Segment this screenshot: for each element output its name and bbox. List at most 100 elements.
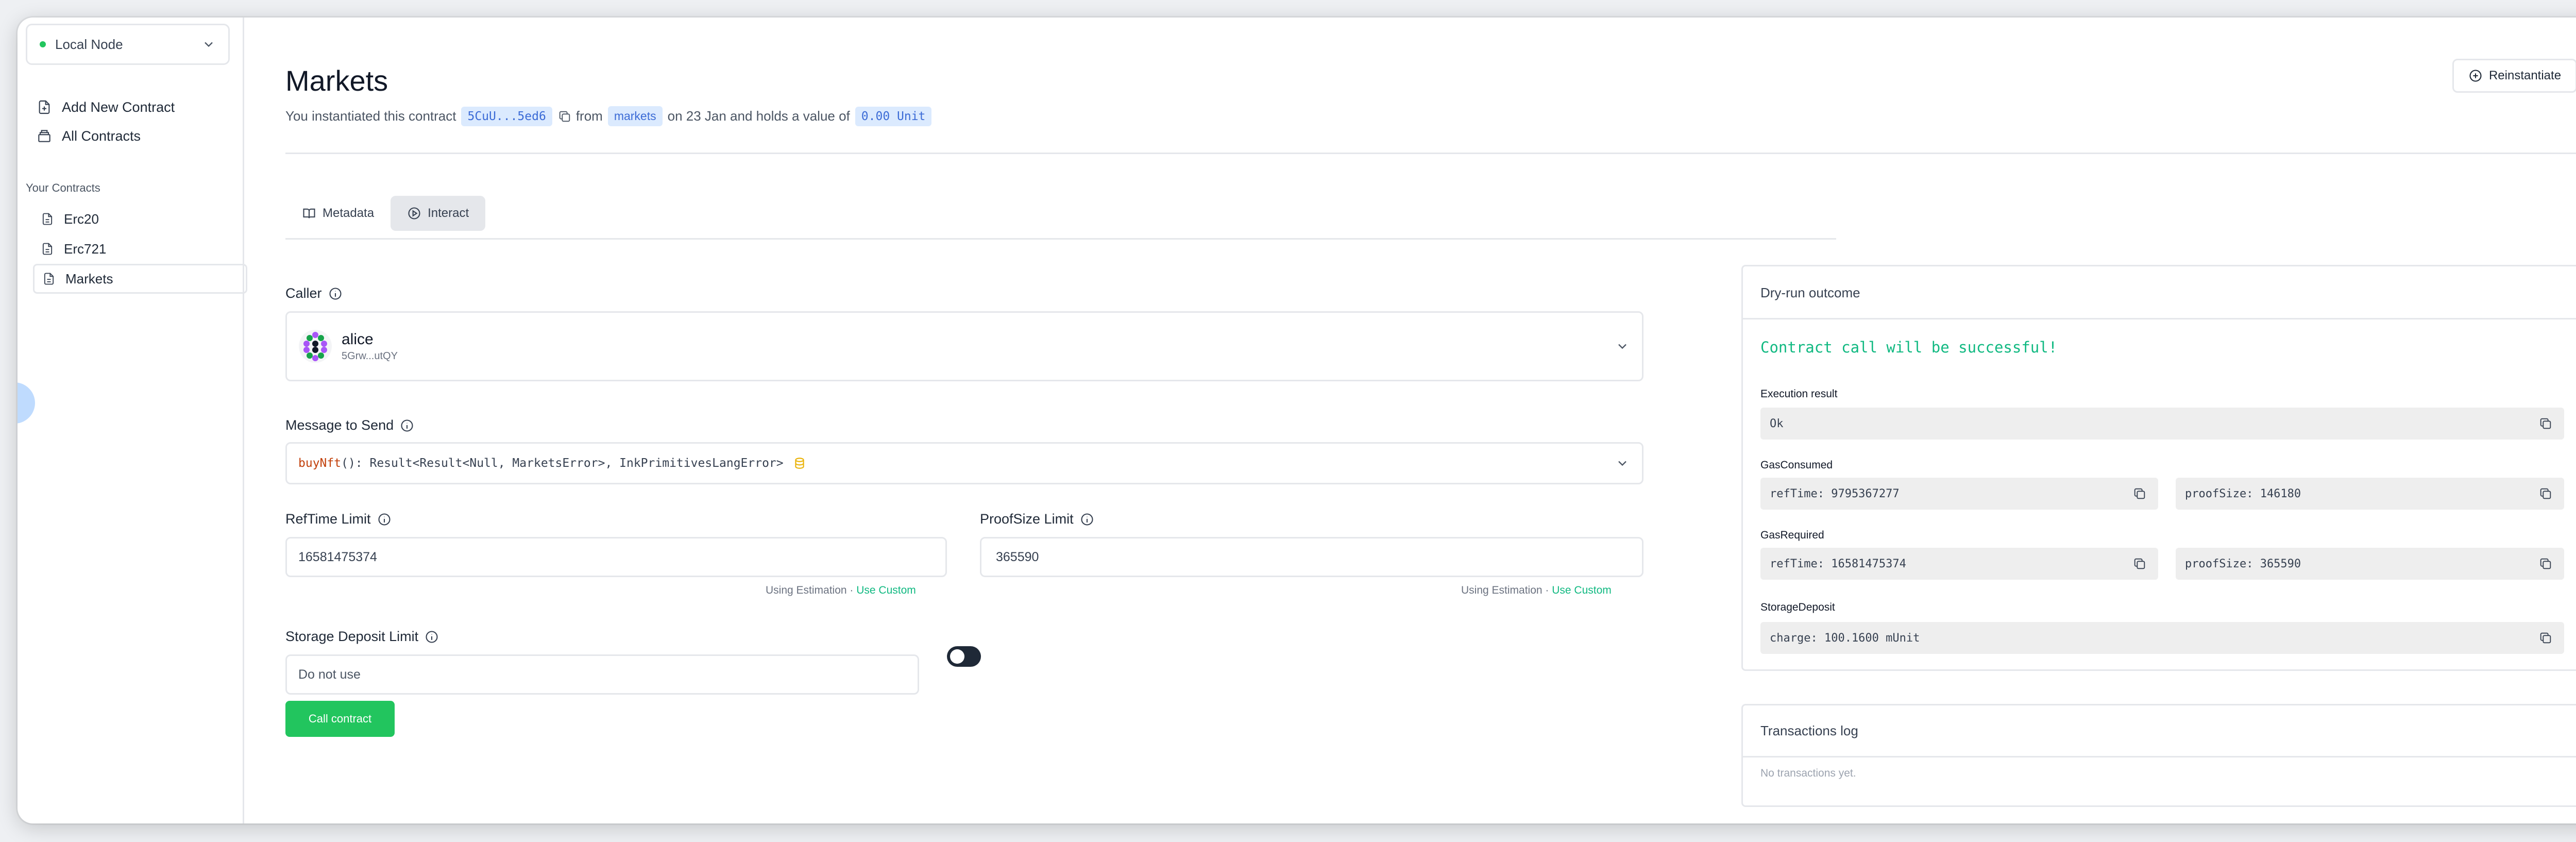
transactions-log-panel: Transactions log No transactions yet.: [1741, 704, 2576, 807]
chevron-down-icon: [205, 42, 213, 47]
app-window: Local Node Add New Contract All Contract…: [18, 18, 2576, 823]
box-stack-icon: [38, 130, 50, 142]
document-icon: [42, 213, 53, 225]
gas-consumed-proofsize-box: proofSize: 146180: [2176, 478, 2564, 510]
document-icon: [42, 243, 53, 255]
sidebar-item-erc721[interactable]: Erc721: [33, 234, 247, 264]
copy-icon[interactable]: [557, 109, 572, 124]
copy-icon[interactable]: [2132, 557, 2147, 571]
tabs-divider: [285, 238, 1836, 240]
using-estimation-text: Using Estimation: [1461, 584, 1543, 596]
execution-result-box: Ok: [1760, 408, 2564, 440]
play-circle-icon: [408, 207, 420, 220]
reinstantiate-button[interactable]: Reinstantiate: [2452, 59, 2576, 93]
info-from: from: [575, 108, 603, 124]
using-estimation-text: Using Estimation: [766, 584, 847, 596]
message-function-name: buyNft: [298, 457, 342, 470]
node-selector-label: Local Node: [55, 36, 123, 52]
document-icon: [44, 273, 54, 285]
copy-icon[interactable]: [2132, 486, 2147, 501]
add-new-contract-link[interactable]: Add New Contract: [36, 99, 175, 115]
info-icon[interactable]: [1080, 512, 1094, 527]
tab-bar: Metadata Interact: [285, 196, 486, 231]
info-icon[interactable]: [377, 512, 392, 527]
proofsize-label: ProofSize Limit: [980, 511, 1094, 527]
dry-run-panel: Dry-run outcome Contract call will be su…: [1741, 265, 2576, 671]
contract-value-badge: 0.00 Unit: [855, 106, 932, 126]
dry-run-title: Dry-run outcome: [1760, 285, 1860, 300]
message-label: Message to Send: [285, 417, 414, 433]
storage-deposit-result-label: StorageDeposit: [1760, 601, 1835, 613]
add-new-contract-label: Add New Contract: [62, 99, 175, 115]
storage-deposit-placeholder: Do not use: [298, 667, 361, 682]
storage-deposit-label-text: Storage Deposit Limit: [285, 629, 419, 644]
node-selector[interactable]: Local Node: [26, 24, 230, 65]
tab-interact[interactable]: Interact: [391, 196, 486, 231]
proofsize-estimation: Using Estimation · Use Custom: [1461, 584, 1612, 597]
tab-label: Interact: [428, 206, 469, 220]
sidebar-item-markets[interactable]: Markets: [33, 264, 247, 294]
message-select[interactable]: buyNft (): Result<Result<Null, MarketsErr…: [285, 442, 1643, 484]
success-message: Contract call will be successful!: [1760, 339, 2058, 356]
info-prefix: You instantiated this contract: [285, 108, 456, 124]
all-contracts-link[interactable]: All Contracts: [36, 128, 141, 144]
storage-deposit-input[interactable]: Do not use: [285, 654, 919, 695]
copy-icon[interactable]: [2538, 486, 2553, 501]
reftime-value: 16581475374: [298, 549, 377, 564]
page-title: Markets: [285, 64, 388, 97]
node-status-dot: [40, 41, 46, 47]
use-custom-link[interactable]: Use Custom: [856, 584, 916, 596]
caller-name: alice: [342, 330, 374, 348]
caller-select[interactable]: alice 5Grw...utQY: [285, 311, 1643, 381]
reinstantiate-label: Reinstantiate: [2488, 69, 2562, 82]
sidebar-toggle-handle[interactable]: [18, 382, 35, 424]
info-icon[interactable]: [400, 418, 414, 433]
proofsize-input[interactable]: 365590: [980, 537, 1643, 577]
panel-divider: [1743, 756, 2576, 757]
all-contracts-label: All Contracts: [62, 128, 141, 144]
storage-deposit-label: Storage Deposit Limit: [285, 629, 439, 645]
sidebar-item-label: Markets: [65, 271, 113, 287]
code-name-badge: markets: [607, 106, 663, 126]
database-icon: [794, 458, 804, 469]
message-signature: (): Result<Result<Null, MarketsError>, I…: [341, 457, 784, 470]
sidebar-item-erc20[interactable]: Erc20: [33, 204, 247, 234]
caller-label-text: Caller: [285, 285, 322, 301]
message-label-text: Message to Send: [285, 417, 394, 433]
transactions-log-title: Transactions log: [1760, 723, 1858, 738]
identicon-avatar: [299, 330, 332, 363]
book-icon: [303, 208, 315, 218]
tab-metadata[interactable]: Metadata: [285, 196, 391, 231]
copy-icon[interactable]: [2538, 416, 2553, 431]
info-icon[interactable]: [425, 630, 439, 644]
contract-address-badge: 5CuU...5ed6: [461, 106, 552, 126]
separator: ·: [850, 584, 854, 596]
copy-icon[interactable]: [2538, 631, 2553, 645]
gas-required-reftime-box: refTime: 16581475374: [1760, 548, 2158, 580]
execution-result-label: Execution result: [1760, 388, 1838, 400]
caller-info: alice 5Grw...utQY: [342, 331, 398, 362]
your-contracts-heading: Your Contracts: [26, 181, 100, 194]
sidebar: Local Node Add New Contract All Contract…: [18, 18, 247, 823]
chevron-down-icon: [1618, 344, 1626, 349]
reftime-label-text: RefTime Limit: [285, 511, 371, 527]
header-divider: [285, 153, 2576, 154]
caller-label: Caller: [285, 285, 343, 301]
contract-info: You instantiated this contract 5CuU...5e…: [285, 106, 937, 126]
info-icon[interactable]: [328, 287, 343, 301]
gas-consumed-label: GasConsumed: [1760, 459, 1833, 471]
copy-icon[interactable]: [2538, 557, 2553, 571]
caller-address: 5Grw...utQY: [342, 350, 398, 362]
no-transactions-text: No transactions yet.: [1760, 767, 1856, 779]
storage-deposit-result-box: charge: 100.1600 mUnit: [1760, 622, 2564, 654]
sidebar-item-label: Erc20: [64, 211, 99, 227]
storage-deposit-toggle[interactable]: [947, 646, 981, 667]
storage-deposit-result-value: charge: 100.1600 mUnit: [1770, 631, 1920, 645]
gas-consumed-proofsize: proofSize: 146180: [2185, 487, 2301, 500]
proofsize-label-text: ProofSize Limit: [980, 511, 1074, 527]
gas-required-proofsize-box: proofSize: 365590: [2176, 548, 2564, 580]
use-custom-link[interactable]: Use Custom: [1552, 584, 1612, 596]
panel-divider: [1743, 318, 2576, 319]
call-contract-button[interactable]: Call contract: [285, 701, 395, 737]
reftime-input[interactable]: 16581475374: [285, 537, 947, 577]
